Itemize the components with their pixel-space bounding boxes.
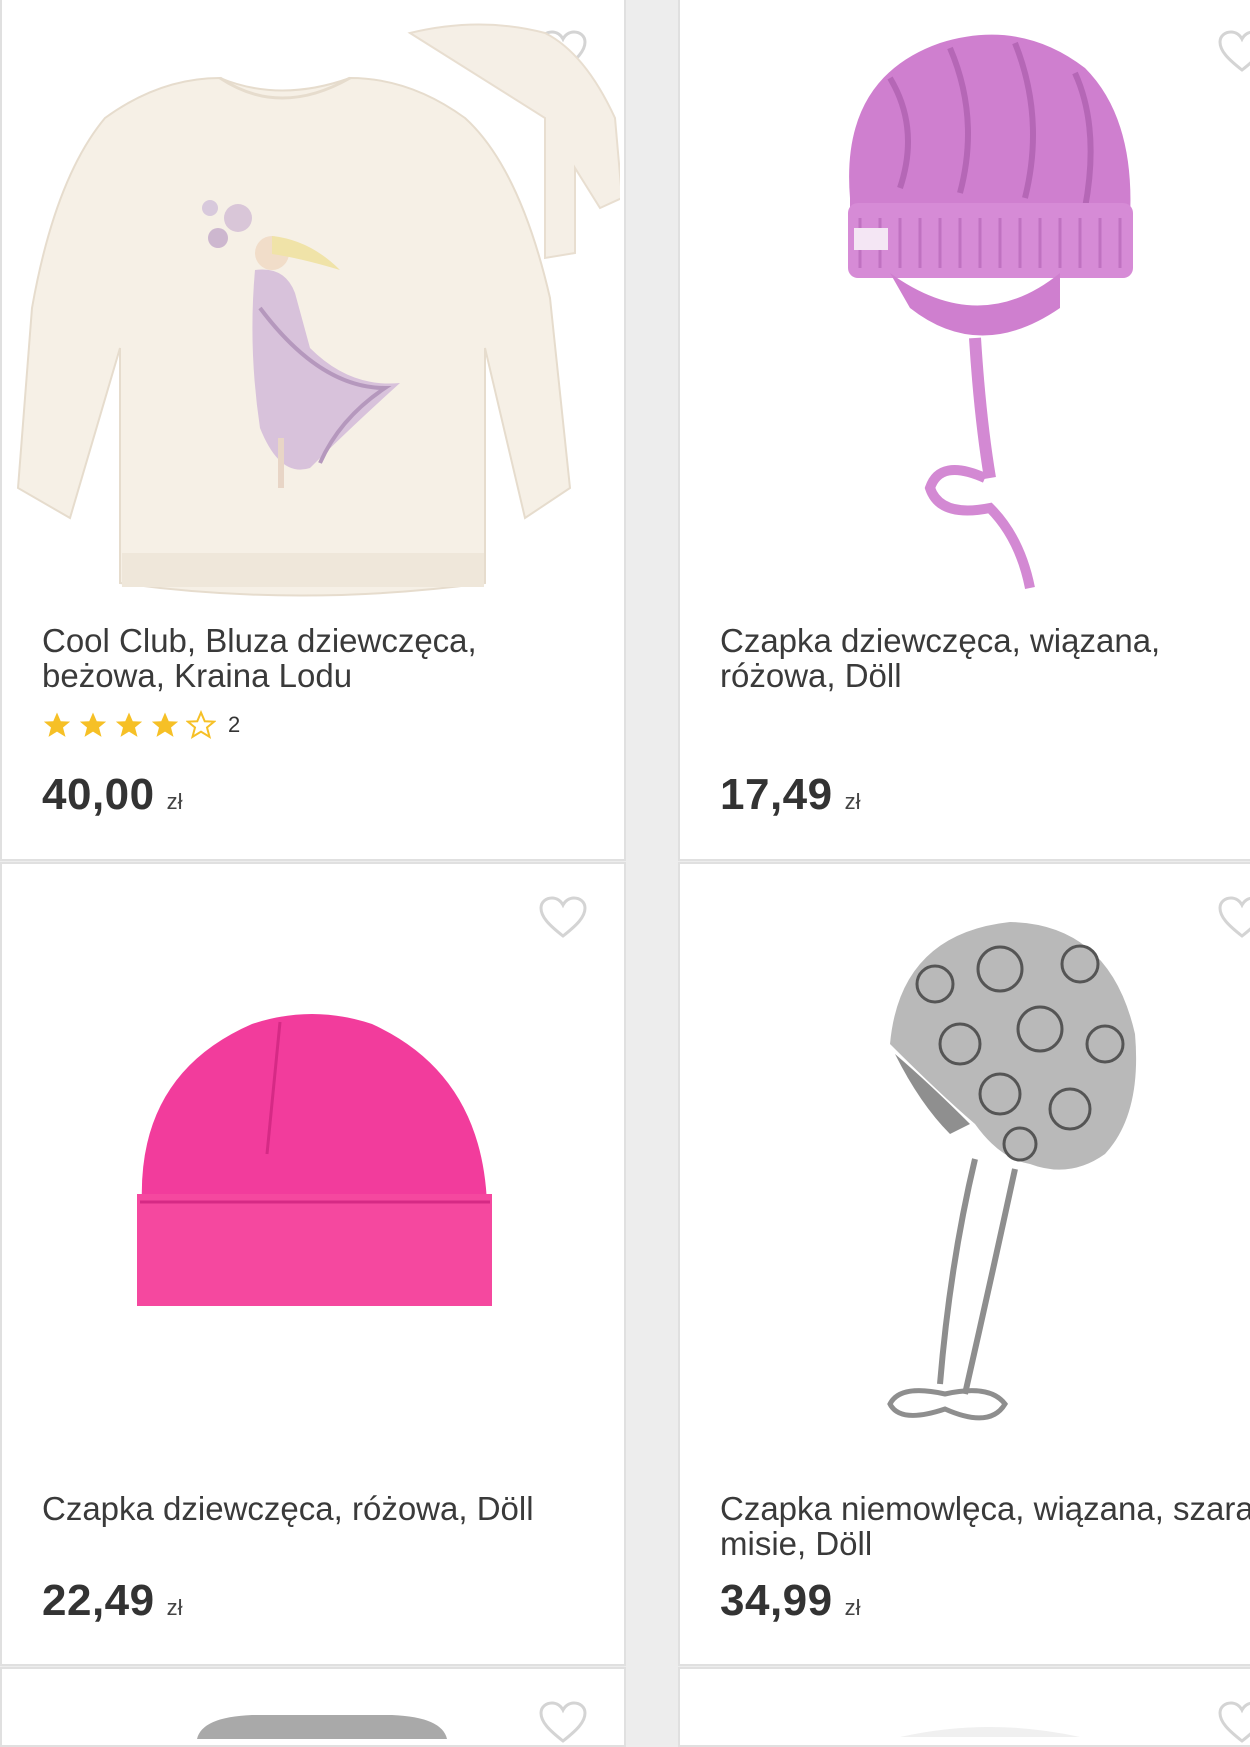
product-image[interactable] [10, 8, 620, 613]
price-currency: zł [844, 1595, 861, 1620]
heart-icon[interactable] [1216, 28, 1250, 74]
price-value: 17,49 [720, 770, 833, 819]
product-title[interactable]: Czapka dziewczęca, wiązana, różowa, Döll [720, 623, 1250, 693]
product-image[interactable] [192, 1709, 452, 1739]
product-title[interactable]: Cool Club, Bluza dziewczęca, beżowa, Kra… [42, 623, 602, 693]
star-filled-icon [43, 712, 71, 737]
heart-icon[interactable] [537, 894, 589, 940]
star-filled-icon [115, 712, 143, 737]
product-card[interactable]: Cool Club, Bluza dziewczęca, beżowa, Kra… [0, 0, 626, 861]
price-currency: zł [844, 789, 861, 814]
product-image[interactable] [880, 1717, 1100, 1737]
product-image[interactable] [132, 1004, 502, 1324]
price-currency: zł [166, 789, 183, 814]
price: 17,49 zł [720, 770, 861, 820]
price-currency: zł [166, 1595, 183, 1620]
price-value: 22,49 [42, 1576, 155, 1625]
star-filled-icon [79, 712, 107, 737]
product-title[interactable]: Czapka niemowlęca, wiązana, szara, misie… [720, 1491, 1250, 1561]
price: 34,99 zł [720, 1576, 861, 1626]
price-value: 34,99 [720, 1576, 833, 1625]
product-title[interactable]: Czapka dziewczęca, różowa, Döll [42, 1491, 602, 1526]
rating-stars: 2 [42, 710, 240, 740]
product-card[interactable]: Czapka niemowlęca, wiązana, szara, misie… [678, 862, 1250, 1666]
price: 22,49 zł [42, 1576, 183, 1626]
star-empty-icon [186, 710, 216, 740]
heart-icon[interactable] [1216, 894, 1250, 940]
product-card[interactable]: Czapka dziewczęca, różowa, Döll 22,49 zł [0, 862, 626, 1666]
review-count: 2 [228, 712, 241, 737]
product-card[interactable] [0, 1667, 626, 1747]
product-card[interactable] [678, 1667, 1250, 1747]
price-value: 40,00 [42, 770, 155, 819]
product-card[interactable]: Czapka dziewczęca, wiązana, różowa, Döll… [678, 0, 1250, 861]
product-image[interactable] [880, 914, 1140, 1494]
heart-icon[interactable] [1216, 1699, 1250, 1745]
product-image[interactable] [830, 18, 1150, 608]
heart-icon[interactable] [537, 1699, 589, 1745]
star-filled-icon [151, 712, 179, 737]
price: 40,00 zł [42, 770, 183, 820]
